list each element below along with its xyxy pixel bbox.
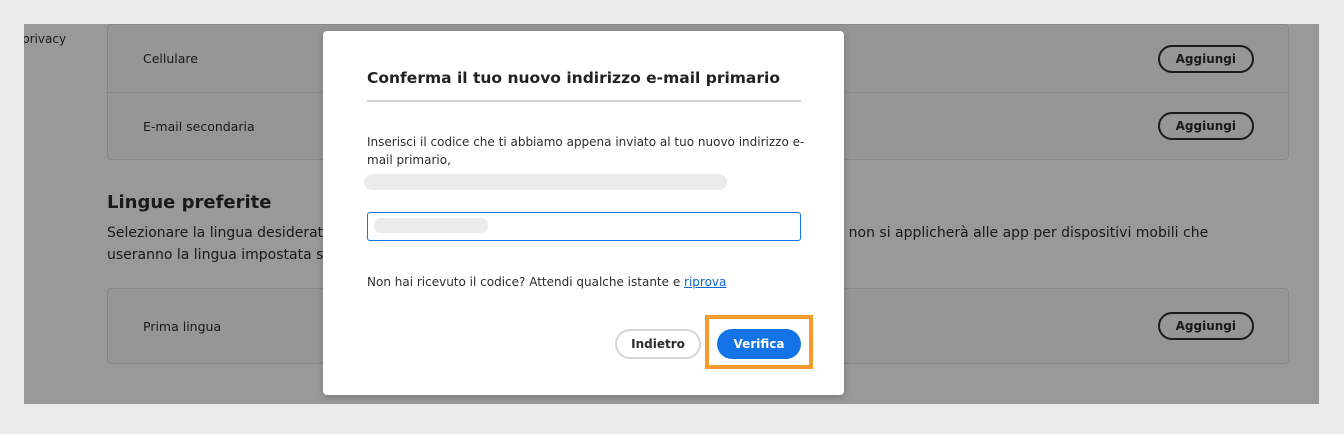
redacted-email-address	[364, 174, 727, 190]
confirm-email-dialog: Conferma il tuo nuovo indirizzo e-mail p…	[323, 31, 844, 395]
dialog-instructions: Inserisci il codice che ti abbiamo appen…	[367, 135, 805, 167]
dialog-title: Conferma il tuo nuovo indirizzo e-mail p…	[367, 69, 780, 87]
dialog-divider	[367, 100, 801, 102]
verification-code-input[interactable]	[367, 212, 801, 241]
retry-link[interactable]: riprova	[684, 275, 726, 289]
resend-message: Non hai ricevuto il codice? Attendi qual…	[367, 275, 726, 289]
back-button[interactable]: Indietro	[615, 329, 701, 359]
redacted-code-value	[374, 218, 488, 233]
resend-prompt: Non hai ricevuto il codice? Attendi qual…	[367, 275, 685, 289]
verify-button[interactable]: Verifica	[717, 329, 801, 359]
